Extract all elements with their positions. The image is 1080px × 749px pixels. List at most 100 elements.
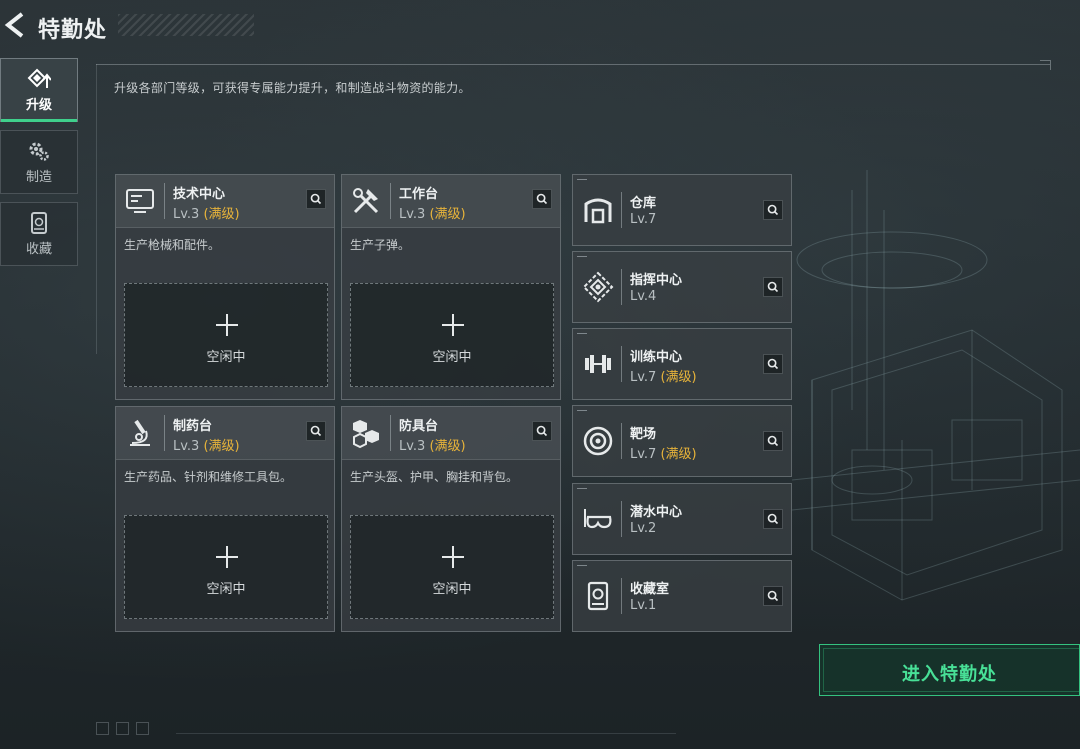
facility-name: 收藏室 <box>630 582 670 597</box>
workshop-card-tech-center: 技术中心 Lv.3 (满级) 生产枪械和配件。 空闲中 <box>115 174 335 400</box>
workshop-name: 制药台 <box>173 419 213 434</box>
icon-separator <box>621 423 622 459</box>
search-icon[interactable] <box>532 189 552 209</box>
top-divider <box>96 64 1050 65</box>
facility-name: 训练中心 <box>630 350 683 365</box>
workshop-card-workbench: 工作台 Lv.3 (满级) 生产子弹。 空闲中 <box>341 174 561 400</box>
workshop-name: 防具台 <box>399 419 439 434</box>
production-slot[interactable]: 空闲中 <box>350 515 554 619</box>
row-corner-mark <box>577 488 587 489</box>
deco-square <box>96 722 109 735</box>
search-icon[interactable] <box>763 586 783 606</box>
workshop-description: 生产枪械和配件。 <box>124 238 221 252</box>
icon-separator <box>621 346 622 382</box>
left-divider <box>96 64 97 354</box>
facility-row-diving-center[interactable]: 潜水中心 Lv.2 <box>572 483 792 555</box>
deco-square <box>116 722 129 735</box>
command-center-icon <box>582 271 614 303</box>
search-icon[interactable] <box>763 277 783 297</box>
armor-cubes-icon <box>353 420 379 449</box>
deco-square <box>136 722 149 735</box>
slot-status: 空闲中 <box>432 582 472 597</box>
slot-status: 空闲中 <box>432 350 472 365</box>
facility-level: Lv.2 <box>630 521 657 536</box>
facility-name: 指挥中心 <box>630 273 683 288</box>
search-icon[interactable] <box>763 200 783 220</box>
search-icon[interactable] <box>532 421 552 441</box>
facility-name: 仓库 <box>630 196 657 211</box>
workshop-description: 生产子弹。 <box>350 238 411 252</box>
icon-separator <box>390 415 391 451</box>
facility-row-shooting-range[interactable]: 靶场 Lv.7 (满级) <box>572 405 792 477</box>
row-corner-mark <box>577 333 587 334</box>
facility-name: 潜水中心 <box>630 505 683 520</box>
facility-row-warehouse[interactable]: 仓库 Lv.7 <box>572 174 792 246</box>
search-icon[interactable] <box>306 189 326 209</box>
workshop-name: 工作台 <box>399 187 439 202</box>
icon-separator <box>390 183 391 219</box>
icon-separator <box>164 415 165 451</box>
tab-collection-label: 收藏 <box>25 241 52 257</box>
slot-status: 空闲中 <box>206 582 246 597</box>
workshop-card-pharmacy: 制药台 Lv.3 (满级) 生产药品、针剂和维修工具包。 空闲中 <box>115 406 335 632</box>
tab-collection[interactable]: 收藏 <box>0 202 78 266</box>
icon-separator <box>621 501 622 537</box>
dumbbell-icon <box>585 355 611 373</box>
row-corner-mark <box>577 256 587 257</box>
workshop-level: Lv.3 (满级) <box>173 439 240 454</box>
facility-row-training-center[interactable]: 训练中心 Lv.7 (满级) <box>572 328 792 400</box>
icon-separator <box>164 183 165 219</box>
page-description: 升级各部门等级，可获得专属能力提升，和制造战斗物资的能力。 <box>114 81 471 95</box>
workshop-level: Lv.3 (满级) <box>173 207 240 222</box>
tab-craft[interactable]: 制造 <box>0 130 78 194</box>
plus-icon <box>442 546 464 568</box>
workshop-name: 技术中心 <box>173 187 226 202</box>
deco-line <box>176 733 676 734</box>
facility-level: Lv.7 (满级) <box>630 447 697 462</box>
diving-mask-icon <box>584 509 612 529</box>
collection-icon <box>31 211 47 234</box>
search-icon[interactable] <box>763 354 783 374</box>
collection-room-icon <box>587 581 609 611</box>
title-decoration <box>118 14 254 36</box>
tab-upgrade-label: 升级 <box>25 97 52 113</box>
facility-level: Lv.4 <box>630 289 657 304</box>
facility-level: Lv.7 <box>630 212 657 227</box>
max-level-tag: (满级) <box>660 370 697 385</box>
target-icon <box>583 426 613 456</box>
search-icon[interactable] <box>763 509 783 529</box>
max-level-tag: (满级) <box>203 207 240 222</box>
enter-button-label: 进入特勤处 <box>902 664 997 685</box>
workshop-level: Lv.3 (满级) <box>399 207 466 222</box>
workshop-level: Lv.3 (满级) <box>399 439 466 454</box>
plus-icon <box>216 314 238 336</box>
icon-separator <box>621 578 622 614</box>
base-wireframe-illustration <box>792 170 1080 601</box>
slot-status: 空闲中 <box>206 350 246 365</box>
row-corner-mark <box>577 410 587 411</box>
search-icon[interactable] <box>306 421 326 441</box>
back-chevron-icon[interactable] <box>2 10 26 40</box>
top-divider-tick <box>1040 60 1051 70</box>
icon-separator <box>621 192 622 228</box>
max-level-tag: (满级) <box>203 439 240 454</box>
gears-icon <box>29 142 49 161</box>
facility-name: 靶场 <box>630 427 657 442</box>
production-slot[interactable]: 空闲中 <box>124 515 328 619</box>
icon-separator <box>621 269 622 305</box>
warehouse-icon <box>584 198 612 224</box>
enter-special-ops-button[interactable]: 进入特勤处 <box>819 644 1080 696</box>
facility-row-collection-room[interactable]: 收藏室 Lv.1 <box>572 560 792 632</box>
facility-row-command-center[interactable]: 指挥中心 Lv.4 <box>572 251 792 323</box>
workshop-description: 生产头盔、护甲、胸挂和背包。 <box>350 470 519 484</box>
search-icon[interactable] <box>763 431 783 451</box>
workbench-tools-icon <box>353 188 379 214</box>
tab-upgrade[interactable]: 升级 <box>0 58 78 122</box>
production-slot[interactable]: 空闲中 <box>350 283 554 387</box>
max-level-tag: (满级) <box>660 447 697 462</box>
facility-level: Lv.7 (满级) <box>630 370 697 385</box>
tab-craft-label: 制造 <box>25 169 52 185</box>
production-slot[interactable]: 空闲中 <box>124 283 328 387</box>
microscope-icon <box>130 419 150 446</box>
upgrade-icon <box>27 68 51 88</box>
